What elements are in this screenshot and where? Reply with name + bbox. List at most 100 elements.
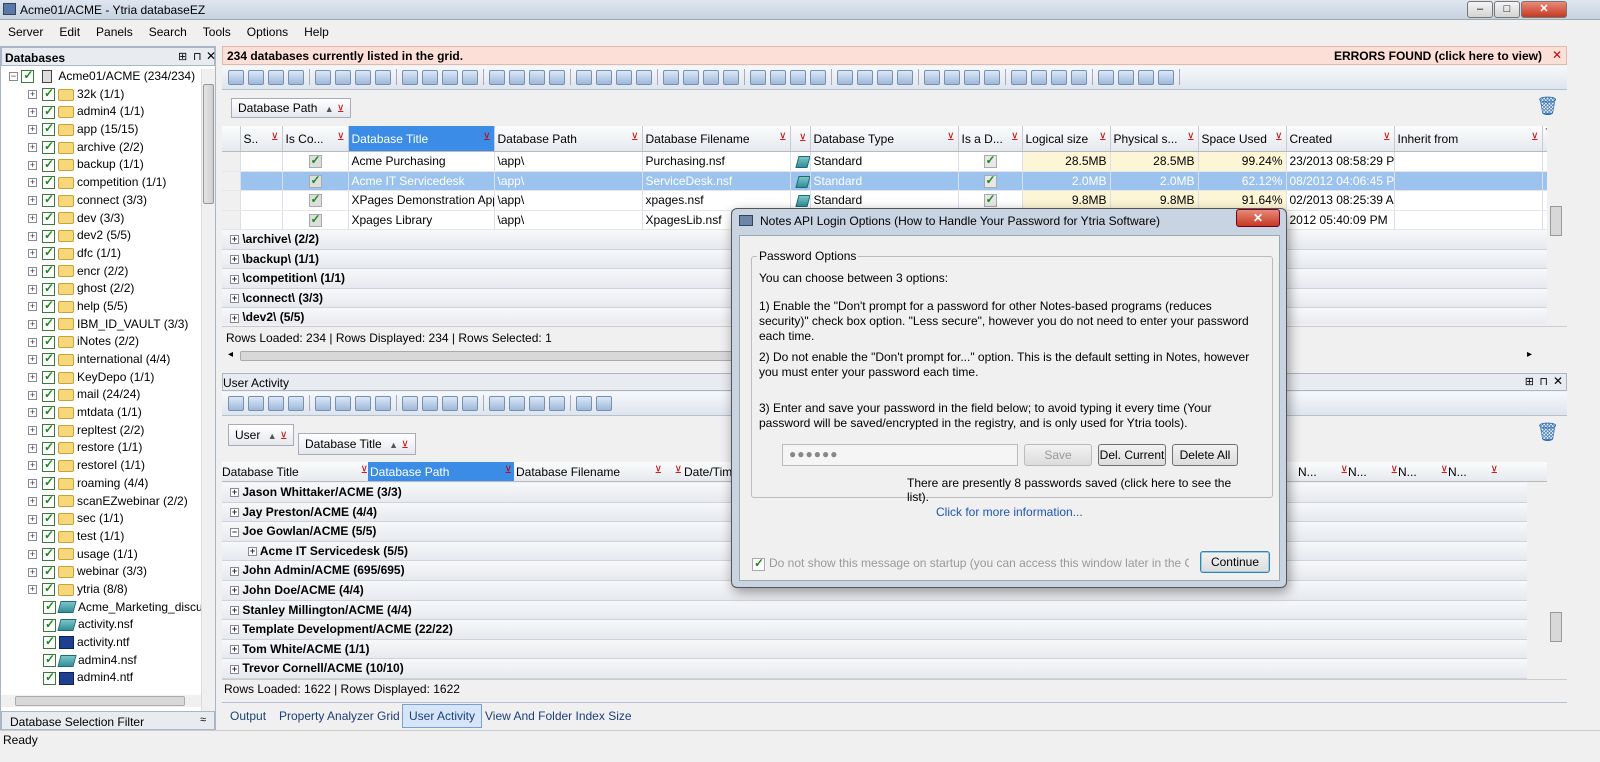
checkbox-icon[interactable] (42, 369, 55, 385)
toolbar-button-icon[interactable] (442, 395, 458, 411)
errors-link[interactable]: ERRORS FOUND (click here to view) (1334, 49, 1542, 63)
toolbar-button-icon[interactable] (549, 395, 565, 411)
sort-asc-icon[interactable]: ▲ (325, 104, 334, 114)
toolbar-button-icon[interactable] (509, 395, 525, 411)
expand-icon[interactable]: + (28, 143, 37, 153)
password-field[interactable]: ●●●●●● (782, 444, 1018, 466)
expand-icon[interactable]: + (28, 266, 37, 276)
expand-icon[interactable]: + (230, 625, 239, 635)
toolbar-button-icon[interactable] (596, 69, 612, 85)
tab-user-activity[interactable]: User Activity (402, 704, 483, 728)
table-row[interactable]: Acme Purchasing\app\Purchasing.nsf Standa… (222, 151, 1547, 172)
checkbox-icon[interactable] (42, 404, 55, 420)
col-n-2[interactable]: N... ⊻ (1348, 465, 1398, 479)
toolbar-button-icon[interactable] (529, 69, 545, 85)
collapse-icon[interactable]: − (9, 72, 18, 82)
toolbar-button-icon[interactable] (857, 69, 873, 85)
toolbar-button-icon[interactable] (1051, 69, 1067, 85)
tree-folder-item[interactable]: + KeyDepo (1/1) (1, 369, 201, 388)
checkbox-icon[interactable] (42, 475, 55, 491)
expand-icon[interactable]: + (230, 488, 239, 498)
toolbar-button-icon[interactable] (790, 69, 806, 85)
activity-vscroll[interactable] (1547, 462, 1567, 678)
toolbar-button-icon[interactable] (576, 395, 592, 411)
vscroll-thumb[interactable] (1550, 612, 1562, 642)
col-header[interactable]: Database Type ⊻ (810, 126, 959, 152)
toolbar-button-icon[interactable] (315, 69, 331, 85)
filter-icon[interactable]: ⊻ (1275, 132, 1282, 143)
tree-folder-item[interactable]: + encr (2/2) (1, 263, 201, 282)
tab-property-analyzer-grid[interactable]: Property Analyzer Grid (273, 705, 406, 727)
expand-icon[interactable]: + (28, 461, 37, 471)
pin-icon[interactable]: ⊞ (1525, 375, 1534, 388)
filter-icon[interactable]: ⊻ (280, 431, 287, 442)
col-header[interactable]: Is Co... ⊻ (282, 126, 349, 152)
toolbar-button-icon[interactable] (422, 69, 438, 85)
toolbar-button-icon[interactable] (636, 69, 652, 85)
filter-icon[interactable]: ⊻ (1187, 132, 1194, 143)
toolbar-button-icon[interactable] (442, 69, 458, 85)
expand-icon[interactable]: + (28, 125, 37, 135)
filter-icon[interactable]: ⊻ (655, 465, 662, 476)
toolbar-button-icon[interactable] (944, 69, 960, 85)
col-n-4[interactable]: N... ⊻ (1448, 465, 1498, 479)
close-panel-icon[interactable]: ✕ (1553, 374, 1563, 388)
toolbar-button-icon[interactable] (268, 69, 284, 85)
tree-folder-item[interactable]: + dev2 (5/5) (1, 228, 201, 246)
expand-icon[interactable]: + (230, 313, 239, 323)
checkbox-icon[interactable] (42, 334, 55, 349)
checkbox-icon[interactable] (42, 104, 55, 119)
col-header[interactable]: Database Path ⊻ (494, 126, 643, 152)
toolbar-button-icon[interactable] (335, 395, 351, 411)
toolbar-button-icon[interactable] (549, 69, 565, 85)
toolbar-button-icon[interactable] (335, 69, 351, 85)
tree-folder-item[interactable]: + connect (3/3) (1, 192, 201, 211)
toolbar-button-icon[interactable] (402, 395, 418, 411)
expand-icon[interactable]: + (28, 355, 37, 365)
filter-icon[interactable]: ⊻ (779, 132, 786, 143)
expand-icon[interactable]: + (28, 107, 37, 117)
toolbar-button-icon[interactable] (1071, 69, 1087, 85)
checkbox-icon[interactable] (43, 670, 56, 685)
expand-icon[interactable]: + (230, 274, 239, 284)
toolbar-button-icon[interactable] (375, 69, 391, 85)
tree-horizontal-scrollbar[interactable] (1, 695, 201, 707)
tree-file-item[interactable]: activity.ntf (1, 634, 201, 653)
toolbar-button-icon[interactable] (897, 69, 913, 85)
filter-icon[interactable]: ⊻ (505, 465, 512, 476)
toolbar-button-icon[interactable] (810, 69, 826, 85)
toolbar-button-icon[interactable] (964, 69, 980, 85)
group-chip-database-path[interactable]: Database Path ▲ ⊻ (231, 98, 352, 118)
dock-icon[interactable]: ⊓ (193, 50, 202, 63)
dock-icon[interactable]: ⊓ (1539, 375, 1548, 388)
tree-folder-item[interactable]: + mtdata (1/1) (1, 404, 201, 423)
checkbox-icon[interactable] (43, 599, 56, 614)
checkbox-icon[interactable] (42, 210, 55, 225)
toolbar-button-icon[interactable] (355, 69, 371, 85)
expand-icon[interactable]: + (230, 664, 239, 674)
tree-file-item[interactable]: activity.nsf (1, 617, 201, 635)
tree-folder-item[interactable]: + dev (3/3) (1, 210, 201, 229)
toolbar-button-icon[interactable] (924, 69, 940, 85)
maximize-button[interactable]: □ (1494, 1, 1520, 18)
expand-icon[interactable]: + (230, 294, 239, 304)
toolbar-button-icon[interactable] (663, 69, 679, 85)
expand-icon[interactable]: + (230, 566, 239, 576)
more-info-link[interactable]: Click for more information... (936, 505, 1083, 519)
expand-icon[interactable]: + (28, 249, 37, 259)
tree-folder-item[interactable]: + archive (2/2) (1, 139, 201, 158)
checkbox-icon[interactable] (42, 422, 55, 438)
tree-folder-item[interactable]: + iNotes (2/2) (1, 334, 201, 352)
checkbox-icon[interactable] (43, 617, 56, 632)
toolbar-button-icon[interactable] (288, 69, 304, 85)
scroll-left-icon[interactable]: ◂ (228, 349, 233, 360)
toolbar-button-icon[interactable] (402, 69, 418, 85)
expand-icon[interactable]: + (28, 408, 37, 418)
trash-icon[interactable]: 🗑 (1536, 422, 1559, 443)
toolbar-button-icon[interactable] (375, 395, 391, 411)
toolbar-button-icon[interactable] (268, 395, 284, 411)
delete-current-button[interactable]: Del. Current (1098, 444, 1166, 466)
tree-folder-item[interactable]: + restorel (1/1) (1, 457, 201, 476)
tree-folder-item[interactable]: + mail (24/24) (1, 387, 201, 405)
col-header[interactable]: ⊻ (790, 126, 811, 152)
